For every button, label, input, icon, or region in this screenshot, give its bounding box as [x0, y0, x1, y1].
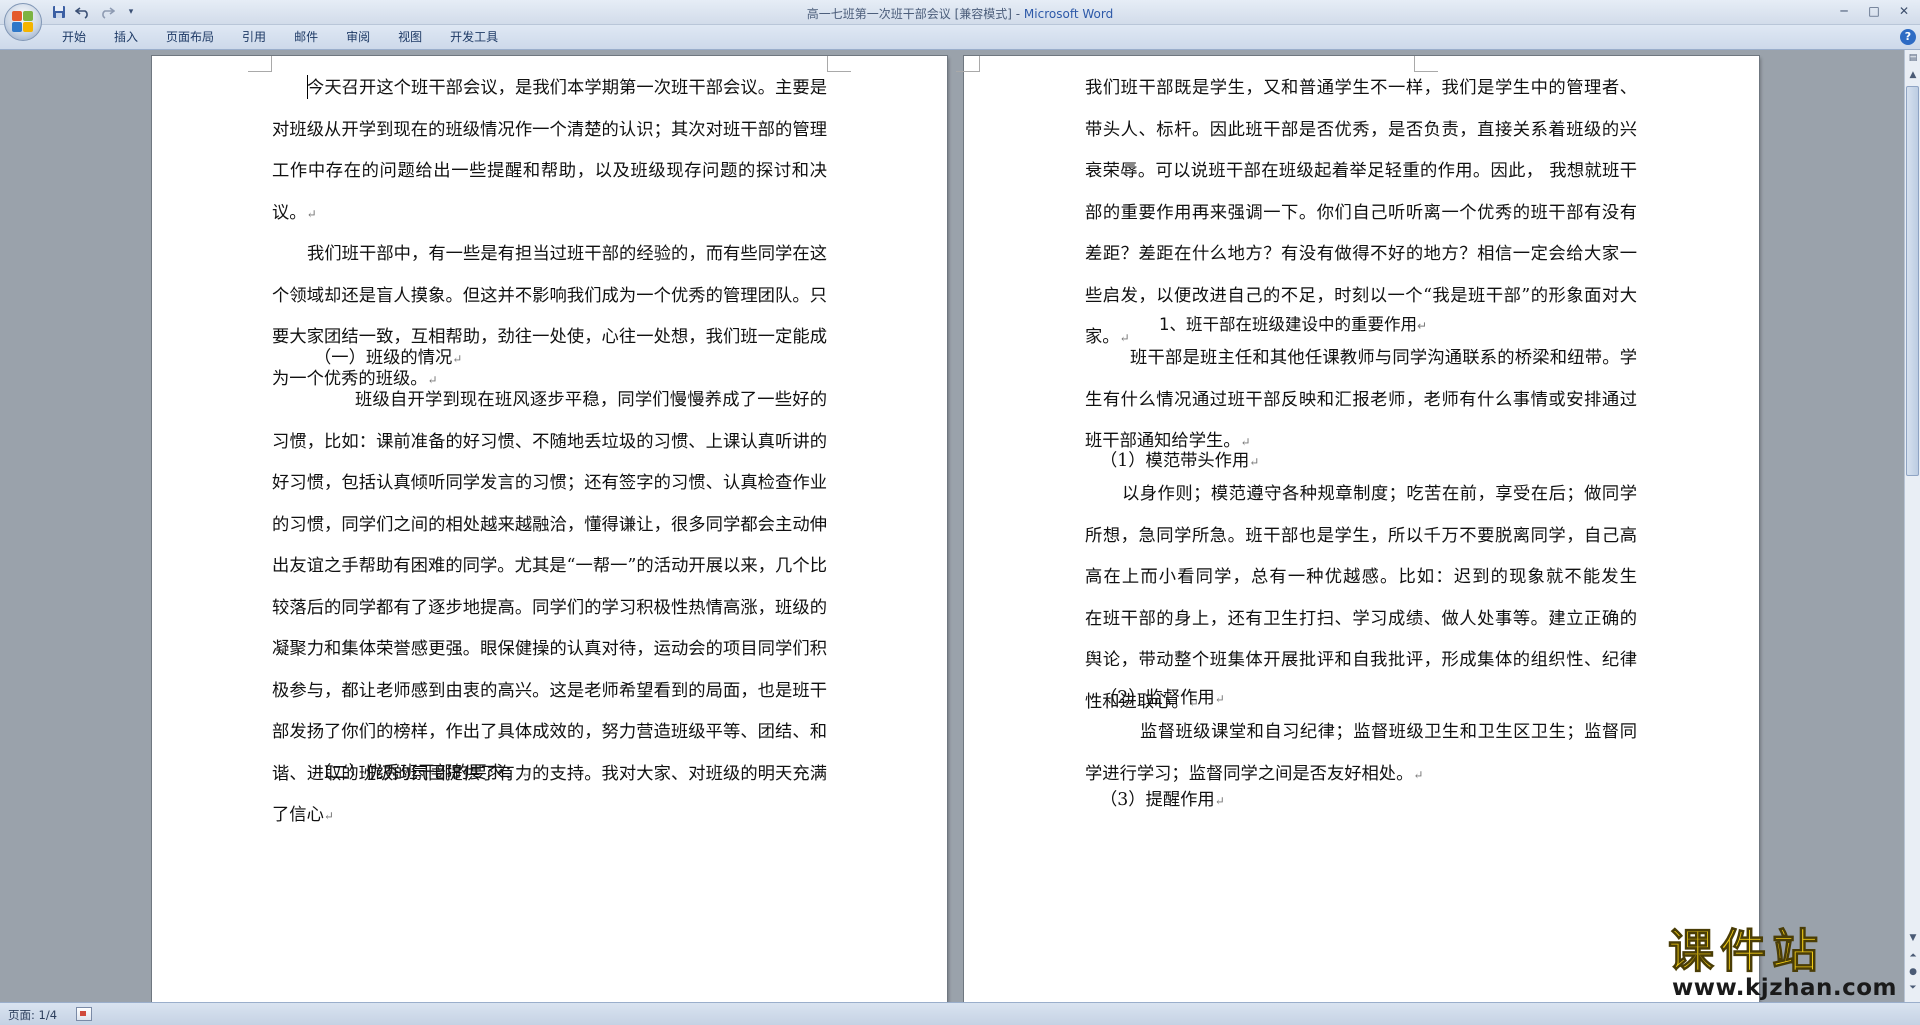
select-browse-object-icon[interactable]: ● — [1906, 964, 1920, 980]
watermark-url: www.kjzhan.com — [1672, 975, 1897, 1001]
scroll-up-icon[interactable]: ▲ — [1906, 67, 1920, 83]
window-title: 高一七班第一次班干部会议 [兼容模式] - Microsoft Word — [0, 5, 1920, 22]
page-count-status[interactable]: 页面: 1/4 — [8, 1007, 57, 1023]
crop-mark — [956, 56, 980, 72]
tab-insert[interactable]: 插入 — [100, 29, 152, 46]
tab-developer[interactable]: 开发工具 — [436, 29, 512, 46]
help-icon[interactable]: ? — [1900, 29, 1916, 45]
tab-review[interactable]: 审阅 — [332, 29, 384, 46]
ribbon-tabs: 开始 插入 页面布局 引用 邮件 审阅 视图 开发工具 — [48, 29, 512, 46]
vertical-scrollbar[interactable]: ▤ ▲ ▼ ⏶ ● ⏷ — [1904, 50, 1920, 1002]
tab-home[interactable]: 开始 — [48, 29, 100, 46]
next-page-icon[interactable]: ⏷ — [1906, 980, 1920, 996]
watermark-title: 课件站 — [1668, 924, 1824, 978]
section-heading[interactable]: （一）班级的情况↵ — [314, 338, 462, 381]
ribbon: 开始 插入 页面布局 引用 邮件 审阅 视图 开发工具 ? — [0, 25, 1920, 50]
minimize-button[interactable]: ─ — [1834, 2, 1854, 20]
maximize-button[interactable]: □ — [1864, 2, 1884, 20]
page-right[interactable]: 我们班干部既是学生，又和普通学生不一样，我们是学生中的管理者、带头人、标杆。因此… — [956, 56, 1759, 1002]
crop-mark — [827, 56, 851, 72]
app-name: Microsoft Word — [1023, 7, 1114, 21]
scroll-down-icon[interactable]: ▼ — [1906, 930, 1920, 946]
ruler-toggle-icon[interactable]: ▤ — [1906, 50, 1920, 66]
proofing-status-icon[interactable] — [76, 1007, 92, 1021]
section-heading[interactable]: （3）提醒作用↵ — [1100, 780, 1225, 823]
document-area[interactable]: 今天召开这个班干部会议，是我们本学期第一次班干部会议。主要是对班级从开学到现在的… — [0, 50, 1904, 1002]
tab-mailings[interactable]: 邮件 — [280, 29, 332, 46]
paragraph[interactable]: 今天召开这个班干部会议，是我们本学期第一次班干部会议。主要是对班级从开学到现在的… — [272, 68, 827, 235]
status-bar: 页面: 1/4 — [0, 1002, 1920, 1025]
close-button[interactable]: ✕ — [1894, 2, 1914, 20]
tab-view[interactable]: 视图 — [384, 29, 436, 46]
window-controls: ─ □ ✕ — [1834, 2, 1914, 20]
page-left[interactable]: 今天召开这个班干部会议，是我们本学期第一次班干部会议。主要是对班级从开学到现在的… — [152, 56, 947, 1002]
section-heading[interactable]: （二）优秀班干部的要求：↵ — [314, 753, 531, 796]
office-button[interactable] — [4, 3, 42, 41]
title-bar: ▾ 高一七班第一次班干部会议 [兼容模式] - Microsoft Word ─… — [0, 0, 1920, 25]
site-watermark-logo: 课件站 www.kjzhan.com — [1668, 924, 1898, 1002]
tab-page-layout[interactable]: 页面布局 — [152, 29, 228, 46]
scrollbar-thumb[interactable] — [1906, 86, 1919, 476]
document-title: 高一七班第一次班干部会议 [兼容模式] - — [806, 7, 1024, 21]
office-logo-icon — [12, 11, 34, 33]
crop-mark — [248, 56, 272, 72]
tab-references[interactable]: 引用 — [228, 29, 280, 46]
previous-page-icon[interactable]: ⏶ — [1906, 948, 1920, 964]
